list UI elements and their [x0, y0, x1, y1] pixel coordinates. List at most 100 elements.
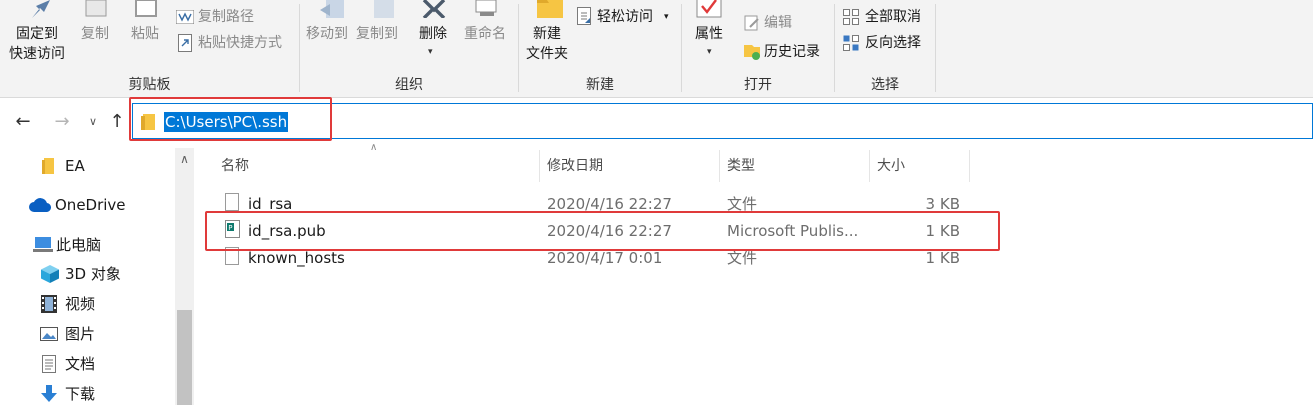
- new-folder-button[interactable]: 新建 文件夹: [523, 0, 575, 68]
- column-divider: [969, 150, 970, 182]
- edit-button[interactable]: 编辑: [740, 12, 830, 34]
- nav-item-downloads[interactable]: 下载: [0, 380, 170, 408]
- rename-button[interactable]: 重命名: [462, 0, 514, 50]
- invert-selection-button[interactable]: 反向选择: [841, 32, 933, 54]
- forward-arrow-icon[interactable]: →: [51, 111, 73, 133]
- paste-icon: [135, 0, 157, 17]
- new-group-label: 新建: [586, 77, 614, 93]
- copy-to-button[interactable]: 复制到: [356, 0, 406, 50]
- select-none-button[interactable]: 全部取消: [841, 6, 933, 28]
- properties-icon: [696, 0, 722, 18]
- file-size: 1 KB: [925, 249, 960, 267]
- nav-item-label: OneDrive: [55, 196, 126, 214]
- nav-item-label: 文档: [65, 355, 96, 373]
- nav-item-label: EA: [65, 157, 85, 175]
- easy-access-dropdown-icon[interactable]: ▾: [664, 7, 669, 27]
- open-group: 属性 ▾ 编辑 历史记录 打开: [682, 0, 834, 97]
- address-highlight-box: [129, 97, 332, 141]
- select-none-label: 全部取消: [865, 9, 921, 25]
- copy-button[interactable]: 复制: [76, 0, 118, 50]
- open-group-label: 打开: [744, 77, 772, 93]
- download-icon: [41, 385, 57, 402]
- select-none-icon: [843, 9, 859, 25]
- cube-icon: [41, 265, 59, 283]
- rename-label: 重命名: [464, 26, 506, 42]
- nav-item-label: 视频: [65, 295, 96, 313]
- back-arrow-icon[interactable]: ←: [12, 111, 34, 133]
- scroll-up-chevron-icon[interactable]: ∧: [175, 148, 194, 170]
- pin-label-line2: 快速访问: [9, 46, 65, 62]
- new-group: 新建 文件夹 轻松访问 ▾ 新建: [519, 0, 681, 97]
- properties-label: 属性: [695, 26, 723, 42]
- copy-path-label: 复制路径: [198, 9, 254, 25]
- scroll-thumb[interactable]: [177, 310, 192, 405]
- invert-selection-icon: [843, 35, 859, 51]
- copy-path-button[interactable]: 复制路径: [174, 6, 289, 28]
- nav-item-videos[interactable]: 视频: [0, 290, 170, 318]
- up-arrow-icon[interactable]: ↑: [106, 111, 128, 133]
- nav-item-onedrive[interactable]: OneDrive: [0, 191, 170, 219]
- nav-scrollbar[interactable]: ∧: [175, 148, 194, 405]
- nav-item-label: 下载: [65, 385, 96, 403]
- history-icon: [744, 45, 760, 60]
- history-label: 历史记录: [764, 44, 820, 60]
- new-folder-icon: [537, 0, 563, 18]
- delete-button[interactable]: 删除 ▾: [414, 0, 454, 60]
- column-header-size[interactable]: 大小: [877, 150, 905, 182]
- nav-item-label: 图片: [65, 325, 96, 343]
- properties-button[interactable]: 属性 ▾: [690, 0, 732, 60]
- navigation-pane: EA OneDrive 此电脑 3D 对象 视频 图片 文档 下载: [0, 148, 196, 405]
- paste-shortcut-button[interactable]: 粘贴快捷方式: [174, 32, 292, 54]
- move-to-icon: [320, 0, 344, 18]
- nav-item-ea[interactable]: EA: [0, 152, 170, 180]
- paste-button[interactable]: 粘贴: [126, 0, 168, 50]
- paste-shortcut-icon: [178, 34, 192, 52]
- document-icon: [42, 355, 56, 373]
- computer-icon: [33, 237, 53, 252]
- properties-dropdown-icon[interactable]: ▾: [707, 42, 712, 62]
- sort-ascending-icon: ∧: [370, 142, 378, 153]
- nav-item-label: 此电脑: [56, 236, 102, 254]
- copy-label: 复制: [81, 26, 109, 42]
- invert-selection-label: 反向选择: [865, 35, 921, 51]
- easy-access-button[interactable]: 轻松访问 ▾: [575, 6, 675, 28]
- nav-item-documents[interactable]: 文档: [0, 350, 170, 378]
- column-header-date[interactable]: 修改日期: [547, 150, 603, 182]
- nav-item-label: 3D 对象: [65, 265, 121, 283]
- column-divider: [539, 150, 540, 182]
- copy-to-label: 复制到: [356, 26, 398, 42]
- nav-item-this-pc[interactable]: 此电脑: [0, 231, 170, 259]
- organize-group-label: 组织: [395, 77, 423, 93]
- file-date: 2020/4/17 0:01: [547, 249, 663, 267]
- move-to-button[interactable]: 移动到: [304, 0, 356, 50]
- pin-label-line1: 固定到: [16, 26, 58, 42]
- copy-icon: [85, 0, 107, 17]
- ribbon: 固定到 快速访问 复制 粘贴 复制路径 粘贴快捷方式 剪贴板 移动到 复制到 删…: [0, 0, 1313, 98]
- copy-path-icon: [176, 10, 194, 24]
- recent-locations-chevron-icon[interactable]: ∨: [82, 111, 104, 133]
- history-button[interactable]: 历史记录: [740, 41, 832, 63]
- nav-item-3d-objects[interactable]: 3D 对象: [0, 260, 170, 288]
- delete-dropdown-icon[interactable]: ▾: [428, 42, 433, 62]
- file-highlight-box: [205, 211, 1000, 251]
- clipboard-group-label: 剪贴板: [128, 77, 171, 93]
- file-type: 文件: [727, 249, 758, 267]
- column-header-name[interactable]: 名称: [221, 150, 249, 182]
- picture-icon: [40, 327, 58, 341]
- nav-item-pictures[interactable]: 图片: [0, 320, 170, 348]
- edit-icon: [744, 15, 759, 31]
- pin-icon: [32, 0, 50, 18]
- move-to-label: 移动到: [306, 26, 348, 42]
- file-icon: [225, 193, 239, 211]
- file-name: known_hosts: [248, 249, 345, 267]
- folder-icon: [42, 158, 54, 174]
- delete-icon: [422, 0, 446, 18]
- delete-label: 删除: [419, 26, 447, 42]
- new-folder-label-line1: 新建: [533, 26, 561, 42]
- video-icon: [41, 295, 57, 313]
- column-divider: [719, 150, 720, 182]
- ribbon-separator: [935, 4, 936, 92]
- clipboard-group: 固定到 快速访问 复制 粘贴 复制路径 粘贴快捷方式 剪贴板: [0, 0, 299, 97]
- pin-quick-access-button[interactable]: 固定到 快速访问: [4, 0, 76, 70]
- column-header-type[interactable]: 类型: [727, 150, 755, 182]
